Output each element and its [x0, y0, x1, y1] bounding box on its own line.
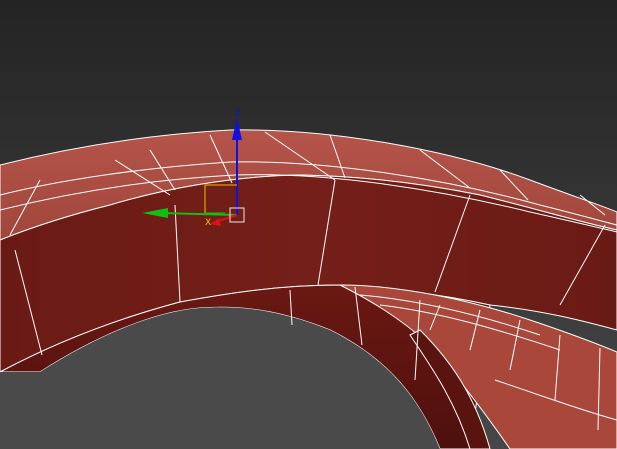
gizmo-z-label: Z: [235, 109, 241, 119]
viewport-scene[interactable]: Z X: [0, 0, 617, 449]
gizmo-z-arrow-icon[interactable]: [232, 118, 242, 140]
3d-viewport[interactable]: Z X: [0, 0, 617, 449]
gizmo-x-label: X: [205, 218, 211, 228]
